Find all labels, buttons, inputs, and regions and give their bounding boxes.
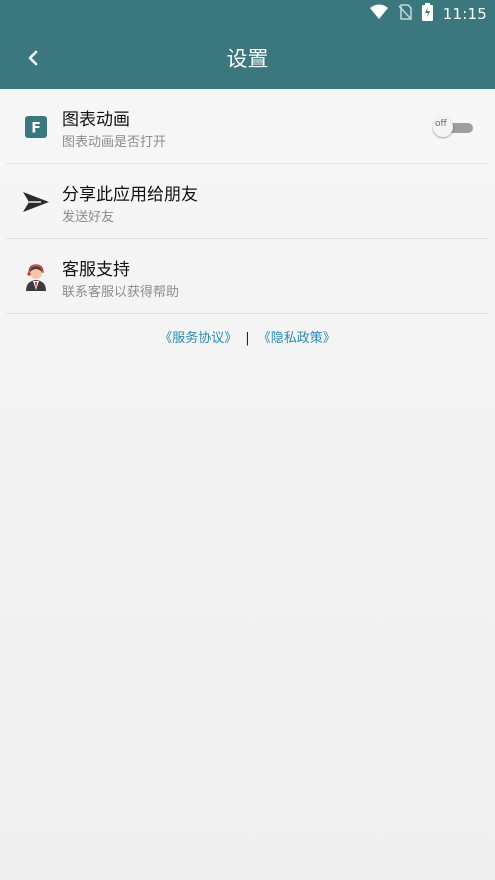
settings-list: F 图表动画 图表动画是否打开 off 分享此应用给朋友 发送好友 客服支持 联… [0,89,495,314]
setting-subtitle: 图表动画是否打开 [62,135,167,150]
link-separator: | [245,331,250,346]
toggle-state-label: off [435,119,447,129]
battery-charging-icon [421,3,433,25]
status-bar: 11:15 [369,3,487,25]
clock: 11:15 [442,5,487,23]
privacy-policy-link[interactable]: 《隐私政策》 [258,331,336,346]
service-agreement-link[interactable]: 《服务协议》 [159,331,237,346]
support-agent-icon [20,261,52,293]
setting-subtitle: 联系客服以获得帮助 [62,285,180,300]
wifi-icon [369,4,388,24]
no-sim-icon [398,4,412,24]
setting-title: 分享此应用给朋友 [62,185,198,205]
send-icon [20,186,52,218]
setting-title: 图表动画 [62,110,130,130]
setting-customer-support[interactable]: 客服支持 联系客服以获得帮助 [6,239,489,314]
legal-links: 《服务协议》 | 《隐私政策》 [0,327,495,346]
setting-chart-animation[interactable]: F 图表动画 图表动画是否打开 off [6,89,489,164]
setting-title: 客服支持 [62,260,130,280]
app-bar: 11:15 设置 [0,0,495,89]
svg-text:F: F [31,121,41,137]
chart-animation-toggle[interactable]: off [433,117,475,137]
setting-subtitle: 发送好友 [62,210,115,225]
chart-app-icon: F [20,111,52,143]
setting-share-app[interactable]: 分享此应用给朋友 发送好友 [6,164,489,239]
page-title: 设置 [226,47,269,71]
